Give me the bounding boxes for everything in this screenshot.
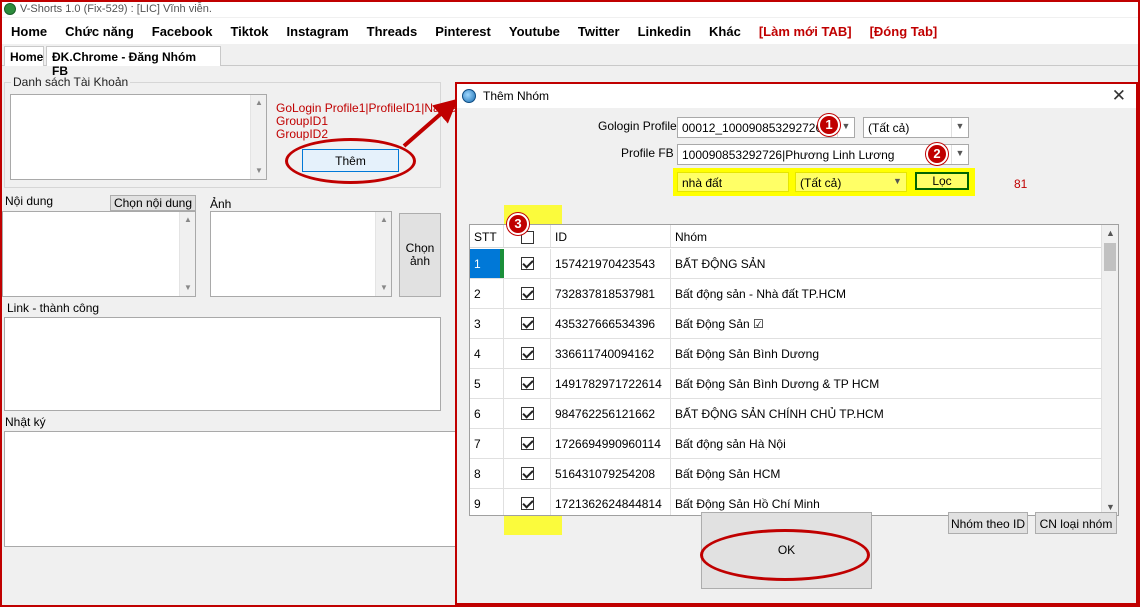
row-stt: 6 bbox=[470, 399, 504, 428]
row-stt: 1 bbox=[470, 249, 504, 278]
table-row[interactable]: 6 984762256121662 BẤT ĐỘNG SẢN CHÍNH CHỦ T… bbox=[470, 399, 1102, 429]
grid-header: STT ID Nhóm bbox=[470, 225, 1102, 248]
header-stt[interactable]: STT bbox=[470, 225, 504, 247]
table-row[interactable]: 2 732837818537981 Bất động sản - Nhà đất T… bbox=[470, 279, 1102, 309]
row-id: 984762256121662 bbox=[551, 399, 671, 428]
row-select-cell[interactable] bbox=[504, 429, 551, 458]
globe-icon bbox=[462, 89, 476, 103]
table-row[interactable]: 3 435327666534396 Bất Động Sản ☑ bbox=[470, 309, 1102, 339]
row-stt: 5 bbox=[470, 369, 504, 398]
row-checkbox[interactable] bbox=[521, 407, 534, 420]
group-count: 81 bbox=[1014, 177, 1028, 191]
row-id: 157421970423543 bbox=[551, 249, 671, 278]
grid-scrollbar[interactable]: ▲ ▼ bbox=[1101, 225, 1118, 515]
gologin-filter-value: (Tất cả) bbox=[868, 121, 910, 135]
row-id: 516431079254208 bbox=[551, 459, 671, 488]
row-id: 435327666534396 bbox=[551, 309, 671, 338]
row-group-name: Bất Động Sản ☑ bbox=[675, 317, 764, 331]
row-group-name: Bất động sản - Nhà đất TP.HCM bbox=[675, 287, 846, 301]
row-select-cell[interactable] bbox=[504, 459, 551, 488]
step-badge-3: 3 bbox=[507, 213, 529, 235]
table-row[interactable]: 7 1726694990960114 Bất động sản Hà Nội bbox=[470, 429, 1102, 459]
row-checkbox[interactable] bbox=[521, 497, 534, 510]
profile-fb-label: Profile FB bbox=[621, 146, 674, 160]
row-group-name: Bất động sản Hà Nội bbox=[675, 437, 786, 451]
step-badge-1: 1 bbox=[818, 114, 840, 136]
header-name[interactable]: Nhóm bbox=[671, 225, 1102, 247]
row-checkbox[interactable] bbox=[521, 317, 534, 330]
row-checkbox[interactable] bbox=[521, 287, 534, 300]
row-stt: 8 bbox=[470, 459, 504, 488]
search-filter-value: (Tất cả) bbox=[800, 176, 842, 190]
chevron-down-icon[interactable]: ▼ bbox=[951, 118, 968, 137]
row-checkbox[interactable] bbox=[521, 377, 534, 390]
filter-groups-button[interactable]: CN loại nhóm bbox=[1035, 512, 1117, 534]
step-badge-2: 2 bbox=[926, 143, 948, 165]
row-stt: 4 bbox=[470, 339, 504, 368]
dialog-title: Thêm Nhóm bbox=[483, 89, 550, 103]
chevron-down-icon[interactable]: ▼ bbox=[889, 173, 906, 191]
row-stt: 2 bbox=[470, 279, 504, 308]
row-stt: 9 bbox=[470, 489, 504, 515]
row-group-name: BẤT ĐỘNG SẢN bbox=[675, 257, 766, 271]
row-select-cell[interactable] bbox=[504, 339, 551, 368]
search-filter-combo[interactable]: (Tất cả) ▼ bbox=[795, 172, 907, 192]
row-checkbox[interactable] bbox=[521, 437, 534, 450]
scroll-thumb[interactable] bbox=[1104, 243, 1116, 271]
row-checkbox[interactable] bbox=[521, 347, 534, 360]
row-checkbox[interactable] bbox=[521, 467, 534, 480]
chevron-down-icon[interactable]: ▼ bbox=[951, 145, 968, 164]
row-checkbox[interactable] bbox=[521, 257, 534, 270]
table-row[interactable]: 4 336611740094162 Bất Động Sản Bình Dương bbox=[470, 339, 1102, 369]
row-group-name: Bất Động Sản Bình Dương & TP HCM bbox=[675, 377, 880, 391]
row-select-cell[interactable] bbox=[504, 249, 551, 278]
row-stt: 3 bbox=[470, 309, 504, 338]
row-select-cell[interactable] bbox=[504, 309, 551, 338]
row-id: 336611740094162 bbox=[551, 339, 671, 368]
table-row[interactable]: 8 516431079254208 Bất Động Sản HCM bbox=[470, 459, 1102, 489]
group-search-input[interactable]: nhà đất bbox=[677, 172, 789, 192]
add-group-dialog: Thêm Nhóm ✕ Gologin Profile 00012_100090… bbox=[455, 82, 1138, 605]
filter-button[interactable]: Lọc bbox=[915, 172, 969, 190]
row-id: 1721362624844814 bbox=[551, 489, 671, 515]
row-stt: 7 bbox=[470, 429, 504, 458]
row-select-cell[interactable] bbox=[504, 369, 551, 398]
scroll-up-icon[interactable]: ▲ bbox=[1102, 225, 1118, 241]
row-id: 1491782971722614 bbox=[551, 369, 671, 398]
table-row[interactable]: 5 1491782971722614 Bất Động Sản Bình Dương… bbox=[470, 369, 1102, 399]
group-by-id-button[interactable]: Nhóm theo ID bbox=[948, 512, 1028, 534]
row-group-name: Bất Động Sản HCM bbox=[675, 467, 781, 481]
row-id: 1726694990960114 bbox=[551, 429, 671, 458]
row-select-cell[interactable] bbox=[504, 279, 551, 308]
row-group-name: BẤT ĐỘNG SẢN CHÍNH CHỦ TP.HCM bbox=[675, 407, 884, 421]
groups-grid: STT ID Nhóm 1 157421970423543 BẤT ĐỘNG SẢN… bbox=[469, 224, 1119, 516]
gologin-profile-value: 00012_100090853292726 bbox=[682, 121, 823, 135]
gologin-profile-label: Gologin Profile bbox=[598, 119, 677, 133]
row-id: 732837818537981 bbox=[551, 279, 671, 308]
dialog-body: Gologin Profile 00012_100090853292726 ▼ … bbox=[457, 108, 1136, 603]
row-group-name: Bất Động Sản Bình Dương bbox=[675, 347, 819, 361]
row-select-cell[interactable] bbox=[504, 489, 551, 515]
header-id[interactable]: ID bbox=[551, 225, 671, 247]
profile-fb-value: 100090853292726|Phương Linh Lương bbox=[682, 148, 895, 162]
arrow-to-dialog bbox=[402, 98, 459, 148]
close-icon[interactable]: ✕ bbox=[1112, 86, 1126, 106]
gologin-filter-combo[interactable]: (Tất cả) ▼ bbox=[863, 117, 969, 138]
row-select-cell[interactable] bbox=[504, 399, 551, 428]
callout-highlight-ok bbox=[700, 529, 870, 581]
dialog-title-bar: Thêm Nhóm ✕ bbox=[457, 84, 1136, 108]
table-row[interactable]: 1 157421970423543 BẤT ĐỘNG SẢN bbox=[470, 249, 1102, 279]
